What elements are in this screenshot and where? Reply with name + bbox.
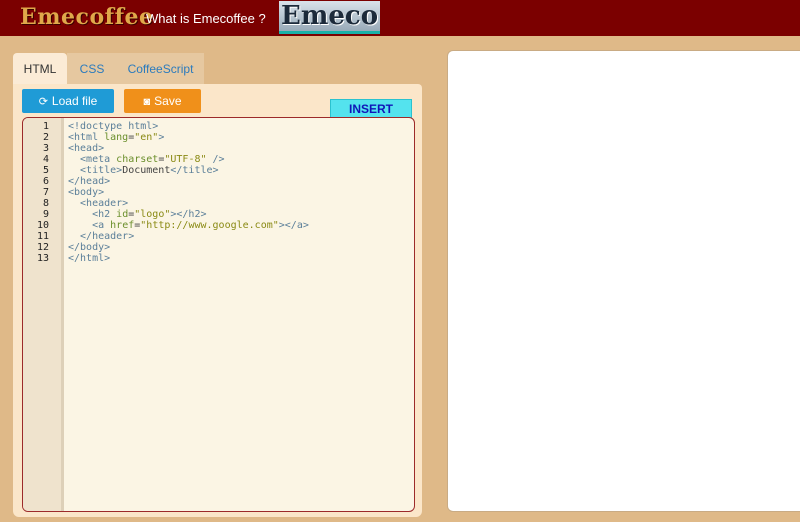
line-text: <a href="http://www.google.com"></a> <box>68 220 309 231</box>
code-editor[interactable]: 1 <!doctype html> 2 <html lang="en"> 3 <head>… <box>22 117 415 512</box>
code-token: "en" <box>134 132 159 143</box>
line-text: <body> <box>68 187 104 198</box>
code-token: </header> <box>68 231 135 242</box>
code-token: </body> <box>68 242 111 253</box>
line-text: <meta charset="UTF-8" /> <box>68 154 225 165</box>
line-text: <header> <box>68 198 128 209</box>
code-content[interactable]: 1 <!doctype html> 2 <html lang="en"> 3 <head>… <box>23 121 414 264</box>
load-file-label: Load file <box>51 94 98 108</box>
mode-indicator: INSERT <box>330 99 412 118</box>
code-token: <!doctype html> <box>68 121 159 132</box>
line-text: <!doctype html> <box>68 121 158 132</box>
line-number: 3 <box>42 143 49 154</box>
code-line[interactable]: 13 </html> <box>23 253 414 264</box>
code-line[interactable]: 3 <head> <box>23 143 414 154</box>
line-number: 7 <box>42 187 49 198</box>
line-text: </html> <box>68 253 110 264</box>
line-number: 13 <box>36 253 49 264</box>
code-token: /> <box>206 154 225 165</box>
code-line[interactable]: 12 </body> <box>23 242 414 253</box>
tab-html[interactable]: HTML <box>13 53 67 85</box>
code-line[interactable]: 2 <html lang="en"> <box>23 132 414 143</box>
code-token: <body> <box>68 187 105 198</box>
code-token: </title> <box>170 165 219 176</box>
code-token: ></a> <box>278 220 309 231</box>
line-text: <head> <box>68 143 104 154</box>
save-button[interactable]: ◙ Save <box>124 89 201 113</box>
line-text: <title>Document</title> <box>68 165 219 176</box>
save-label: Save <box>154 94 182 108</box>
line-number: 11 <box>36 231 49 242</box>
refresh-icon: ⟳ <box>38 96 48 108</box>
line-number: 8 <box>42 198 49 209</box>
code-line[interactable]: 10 <a href="http://www.google.com"></a> <box>23 220 414 231</box>
brand-logo[interactable]: Emecoffee <box>20 4 154 30</box>
code-token: "UTF-8" <box>164 154 207 165</box>
code-line[interactable]: 11 </header> <box>23 231 414 242</box>
code-token: "http://www.google.com" <box>140 220 279 231</box>
line-number: 12 <box>36 242 49 253</box>
code-token: </head> <box>68 176 111 187</box>
code-line[interactable]: 5 <title>Document</title> <box>23 165 414 176</box>
code-token: > <box>158 132 165 143</box>
code-token: "logo" <box>134 209 171 220</box>
code-line[interactable]: 4 <meta charset="UTF-8" /> <box>23 154 414 165</box>
line-text: </header> <box>68 231 134 242</box>
code-token: <h2 <box>68 209 117 220</box>
code-token: <header> <box>68 198 129 209</box>
line-number: 5 <box>42 165 49 176</box>
camera-icon: ◙ <box>143 96 151 108</box>
code-line[interactable]: 1 <!doctype html> <box>23 121 414 132</box>
code-token: Document <box>122 165 171 176</box>
line-number: 4 <box>42 154 49 165</box>
line-text: <html lang="en"> <box>68 132 164 143</box>
line-number: 10 <box>36 220 49 231</box>
preview-pane <box>447 50 800 512</box>
code-line[interactable]: 9 <h2 id="logo"></h2> <box>23 209 414 220</box>
code-token: </html> <box>68 253 111 264</box>
load-file-button[interactable]: ⟳ Load file <box>22 89 114 113</box>
tab-css[interactable]: CSS <box>67 53 117 85</box>
code-line[interactable]: 8 <header> <box>23 198 414 209</box>
code-token: <html <box>68 132 105 143</box>
code-token: <a <box>68 220 111 231</box>
emeco-logo[interactable]: Emeco <box>279 1 381 34</box>
line-text: </body> <box>68 242 110 253</box>
code-line[interactable]: 6 </head> <box>23 176 414 187</box>
line-text: <h2 id="logo"></h2> <box>68 209 207 220</box>
code-token: <meta <box>68 154 117 165</box>
top-bar: Emecoffee What is Emecoffee ? Emeco <box>0 0 800 36</box>
code-token: charset <box>116 154 159 165</box>
code-token: lang <box>104 132 129 143</box>
line-text: </head> <box>68 176 110 187</box>
tab-coffeescript[interactable]: CoffeeScript <box>117 53 204 85</box>
line-number: 1 <box>42 121 49 132</box>
line-number: 2 <box>42 132 49 143</box>
code-token: href <box>110 220 135 231</box>
code-token: ></h2> <box>170 209 207 220</box>
code-token: <head> <box>68 143 105 154</box>
about-link[interactable]: What is Emecoffee ? <box>146 11 266 26</box>
line-number: 9 <box>42 209 49 220</box>
code-token: id <box>116 209 129 220</box>
code-line[interactable]: 7 <body> <box>23 187 414 198</box>
line-number: 6 <box>42 176 49 187</box>
code-token: <title> <box>68 165 123 176</box>
